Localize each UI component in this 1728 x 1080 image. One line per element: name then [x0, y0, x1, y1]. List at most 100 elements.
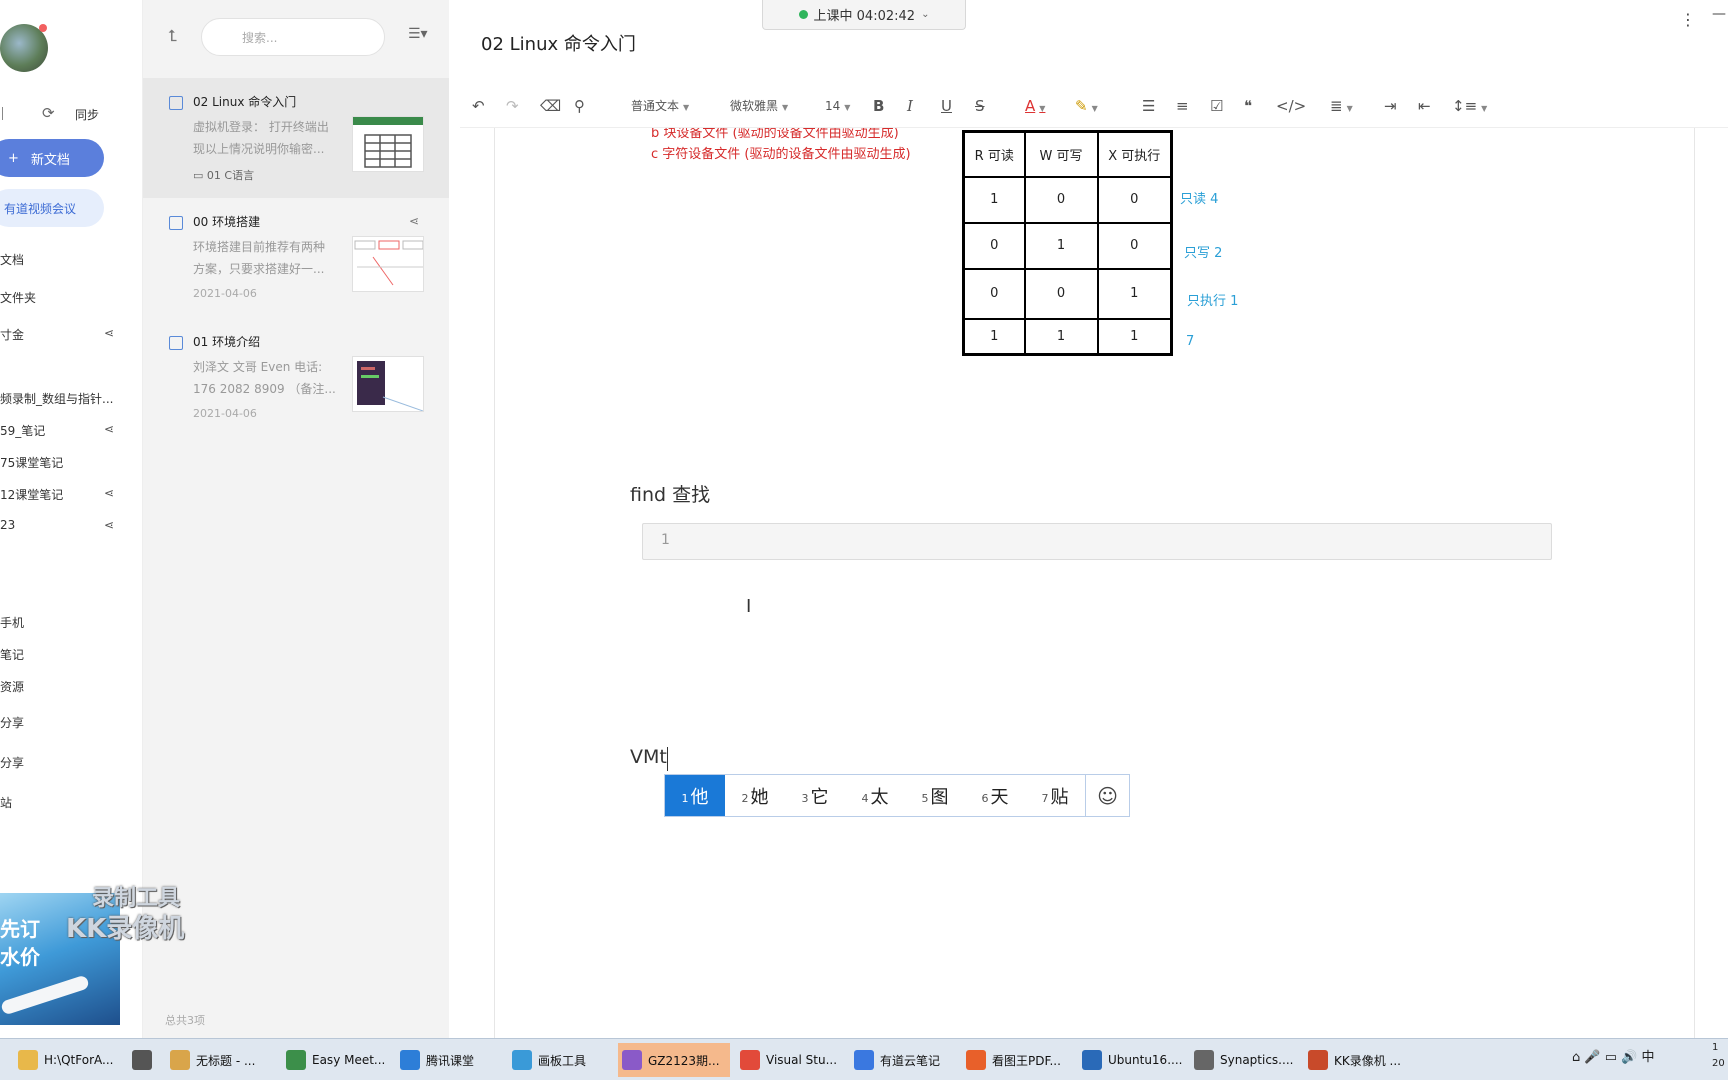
- taskbar-item-visual-studio[interactable]: Visual Stu...: [736, 1043, 840, 1077]
- sync-button[interactable]: ⟳ 同步: [0, 104, 143, 126]
- sidebar-item-trash[interactable]: 站: [0, 794, 143, 814]
- line-height-icon[interactable]: ↕≡ ▼: [1452, 96, 1487, 116]
- taskbar-item-class-group[interactable]: GZ2123期...: [618, 1043, 730, 1077]
- table-header-write[interactable]: W 可写: [1023, 130, 1099, 178]
- format-painter-icon[interactable]: ⚲: [574, 96, 585, 116]
- doc-title[interactable]: 02 Linux 命令入门: [481, 30, 636, 56]
- minimize-icon[interactable]: —: [1712, 6, 1726, 22]
- code-block[interactable]: [642, 523, 1552, 560]
- tray-icons[interactable]: ⌂ 🎤 ▭ 🔊: [1572, 1050, 1641, 1065]
- share-icon[interactable]: ⋖: [409, 214, 419, 228]
- ime-candidate[interactable]: 4太: [845, 775, 905, 816]
- indent-icon[interactable]: ⇥: [1384, 96, 1397, 116]
- underline-icon[interactable]: U: [941, 96, 952, 116]
- input-language-indicator[interactable]: 中: [1641, 1050, 1654, 1065]
- taskbar-item-paint[interactable]: 无标题 - ...: [166, 1043, 270, 1077]
- taskbar-item-tencent-class[interactable]: 腾讯课堂: [396, 1043, 500, 1077]
- taskbar-item-kk-recorder[interactable]: KK录像机 ...: [1304, 1043, 1408, 1077]
- table-cell[interactable]: 1: [1023, 317, 1099, 356]
- highlight-icon[interactable]: ✎ ▼: [1075, 96, 1098, 116]
- note-card-linux[interactable]: 02 Linux 命令入门 虚拟机登录： 打开终端出 现以上情况说明你输密...…: [143, 78, 449, 198]
- undo-icon[interactable]: ↶: [472, 96, 485, 116]
- table-cell[interactable]: 1: [1096, 317, 1173, 356]
- sidebar-item-notes-75[interactable]: 75课堂笔记: [0, 454, 143, 474]
- sidebar-item-folders[interactable]: 文件夹: [0, 289, 143, 309]
- back-icon[interactable]: ⮤: [168, 26, 177, 46]
- ime-candidate[interactable]: 5图: [905, 775, 965, 816]
- share-icon[interactable]: ⋖: [104, 326, 114, 340]
- video-meeting-button[interactable]: 有道视频会议: [0, 189, 104, 227]
- row-label-total[interactable]: 7: [1186, 334, 1194, 349]
- sidebar-item-notes-12[interactable]: 12课堂笔记 ⋖: [0, 486, 143, 506]
- table-cell[interactable]: 0: [1096, 221, 1173, 270]
- table-cell[interactable]: 1: [962, 175, 1026, 224]
- row-label-exec-only[interactable]: 只执行 1: [1187, 290, 1238, 309]
- ime-candidate[interactable]: 7贴: [1025, 775, 1085, 816]
- taskbar-item-whiteboard[interactable]: 画板工具: [508, 1043, 612, 1077]
- row-label-write-only[interactable]: 只写 2: [1184, 242, 1222, 261]
- system-clock[interactable]: 1 20: [1712, 1040, 1725, 1072]
- quote-icon[interactable]: ❝: [1244, 96, 1252, 116]
- table-cell[interactable]: 1: [962, 317, 1026, 356]
- sidebar-item-docs[interactable]: 文档: [0, 251, 143, 271]
- sidebar-item-notes-59[interactable]: 59_笔记 ⋖: [0, 422, 143, 442]
- sidebar-item-share-1[interactable]: 分享: [0, 714, 143, 734]
- sidebar-item-recording[interactable]: 频录制_数组与指针...: [0, 390, 143, 410]
- ime-candidate[interactable]: 3它: [785, 775, 845, 816]
- class-status-pill[interactable]: 上课中 04:02:42 ⌄: [762, 0, 966, 30]
- system-tray[interactable]: ⌂ 🎤 ▭ 🔊 中: [1572, 1046, 1654, 1065]
- taskbar-item-easy-meeting[interactable]: Easy Meet...: [282, 1043, 386, 1077]
- sidebar-item-shared-1[interactable]: 寸金 ⋖: [0, 326, 143, 346]
- table-cell[interactable]: 1: [1023, 221, 1099, 270]
- new-doc-button[interactable]: + 新文档: [0, 139, 104, 177]
- more-icon[interactable]: ⋮: [1680, 10, 1696, 29]
- typing-text[interactable]: VMt: [630, 746, 667, 768]
- row-label-read-only[interactable]: 只读 4: [1180, 188, 1218, 207]
- note-card-env-intro[interactable]: 01 环境介绍 刘泽文 文哥 Even 电话: 176 2082 8909 （备…: [143, 318, 449, 438]
- table-header-exec[interactable]: X 可执行: [1096, 130, 1173, 178]
- sidebar-item-share-2[interactable]: 分享: [0, 754, 143, 774]
- table-cell[interactable]: 0: [962, 221, 1026, 270]
- emoji-icon[interactable]: ☺: [1085, 775, 1129, 816]
- sidebar-item-resources[interactable]: 资源: [0, 678, 143, 698]
- ime-candidate[interactable]: 2她: [725, 775, 785, 816]
- strikethrough-icon[interactable]: S: [975, 96, 985, 116]
- italic-icon[interactable]: I: [907, 96, 913, 116]
- taskbar-item-explorer[interactable]: H:\QtForA...: [14, 1043, 114, 1077]
- doc-text-line[interactable]: c 字符设备文件 (驱动的设备文件由驱动生成): [651, 143, 911, 162]
- search-input[interactable]: 搜索...: [201, 18, 385, 56]
- bold-icon[interactable]: B: [873, 96, 884, 116]
- paragraph-style-select[interactable]: 普通文本 ▼: [631, 96, 689, 116]
- checklist-icon[interactable]: ☑: [1210, 96, 1223, 116]
- taskbar-item-ubuntu[interactable]: Ubuntu16....: [1078, 1043, 1182, 1077]
- taskbar-item-youdao-note[interactable]: 有道云笔记: [850, 1043, 954, 1077]
- eraser-icon[interactable]: ⌫: [540, 96, 561, 116]
- note-card-env-setup[interactable]: 00 环境搭建 ⋖ 环境搭建目前推荐有两种 方案，只要求搭建好一... 2021…: [143, 198, 449, 318]
- share-icon[interactable]: ⋖: [104, 518, 114, 532]
- ime-candidate[interactable]: 1他: [665, 775, 725, 816]
- font-color-icon[interactable]: A ▼: [1025, 96, 1045, 116]
- outdent-icon[interactable]: ⇤: [1418, 96, 1431, 116]
- table-header-read[interactable]: R 可读: [962, 130, 1026, 178]
- table-cell[interactable]: 0: [962, 267, 1026, 320]
- font-family-select[interactable]: 微软雅黑 ▼: [730, 96, 788, 116]
- taskbar-item-synaptics[interactable]: Synaptics....: [1190, 1043, 1300, 1077]
- sidebar-item-23[interactable]: 23 ⋖: [0, 518, 143, 538]
- share-icon[interactable]: ⋖: [104, 422, 114, 436]
- align-icon[interactable]: ≣ ▼: [1330, 96, 1353, 116]
- taskbar-item-calculator[interactable]: [128, 1043, 154, 1077]
- find-heading[interactable]: find 查找: [630, 480, 710, 507]
- bullet-list-icon[interactable]: ☰: [1142, 96, 1155, 116]
- numbered-list-icon[interactable]: ≡: [1176, 96, 1189, 116]
- ime-candidate[interactable]: 6天: [965, 775, 1025, 816]
- table-cell[interactable]: 0: [1023, 175, 1099, 224]
- code-icon[interactable]: </>: [1276, 96, 1306, 116]
- table-cell[interactable]: 0: [1096, 175, 1173, 224]
- permission-table[interactable]: R 可读 W 可写 X 可执行 1 0 0 0 1 0 0 0 1 1 1 1: [962, 130, 1173, 356]
- share-icon[interactable]: ⋖: [104, 486, 114, 500]
- table-cell[interactable]: 1: [1096, 267, 1173, 320]
- taskbar-item-pdf[interactable]: 看图王PDF...: [962, 1043, 1072, 1077]
- table-cell[interactable]: 0: [1023, 267, 1099, 320]
- sidebar-item-notes[interactable]: 笔记: [0, 646, 143, 666]
- list-view-icon[interactable]: ☰▾: [408, 26, 428, 42]
